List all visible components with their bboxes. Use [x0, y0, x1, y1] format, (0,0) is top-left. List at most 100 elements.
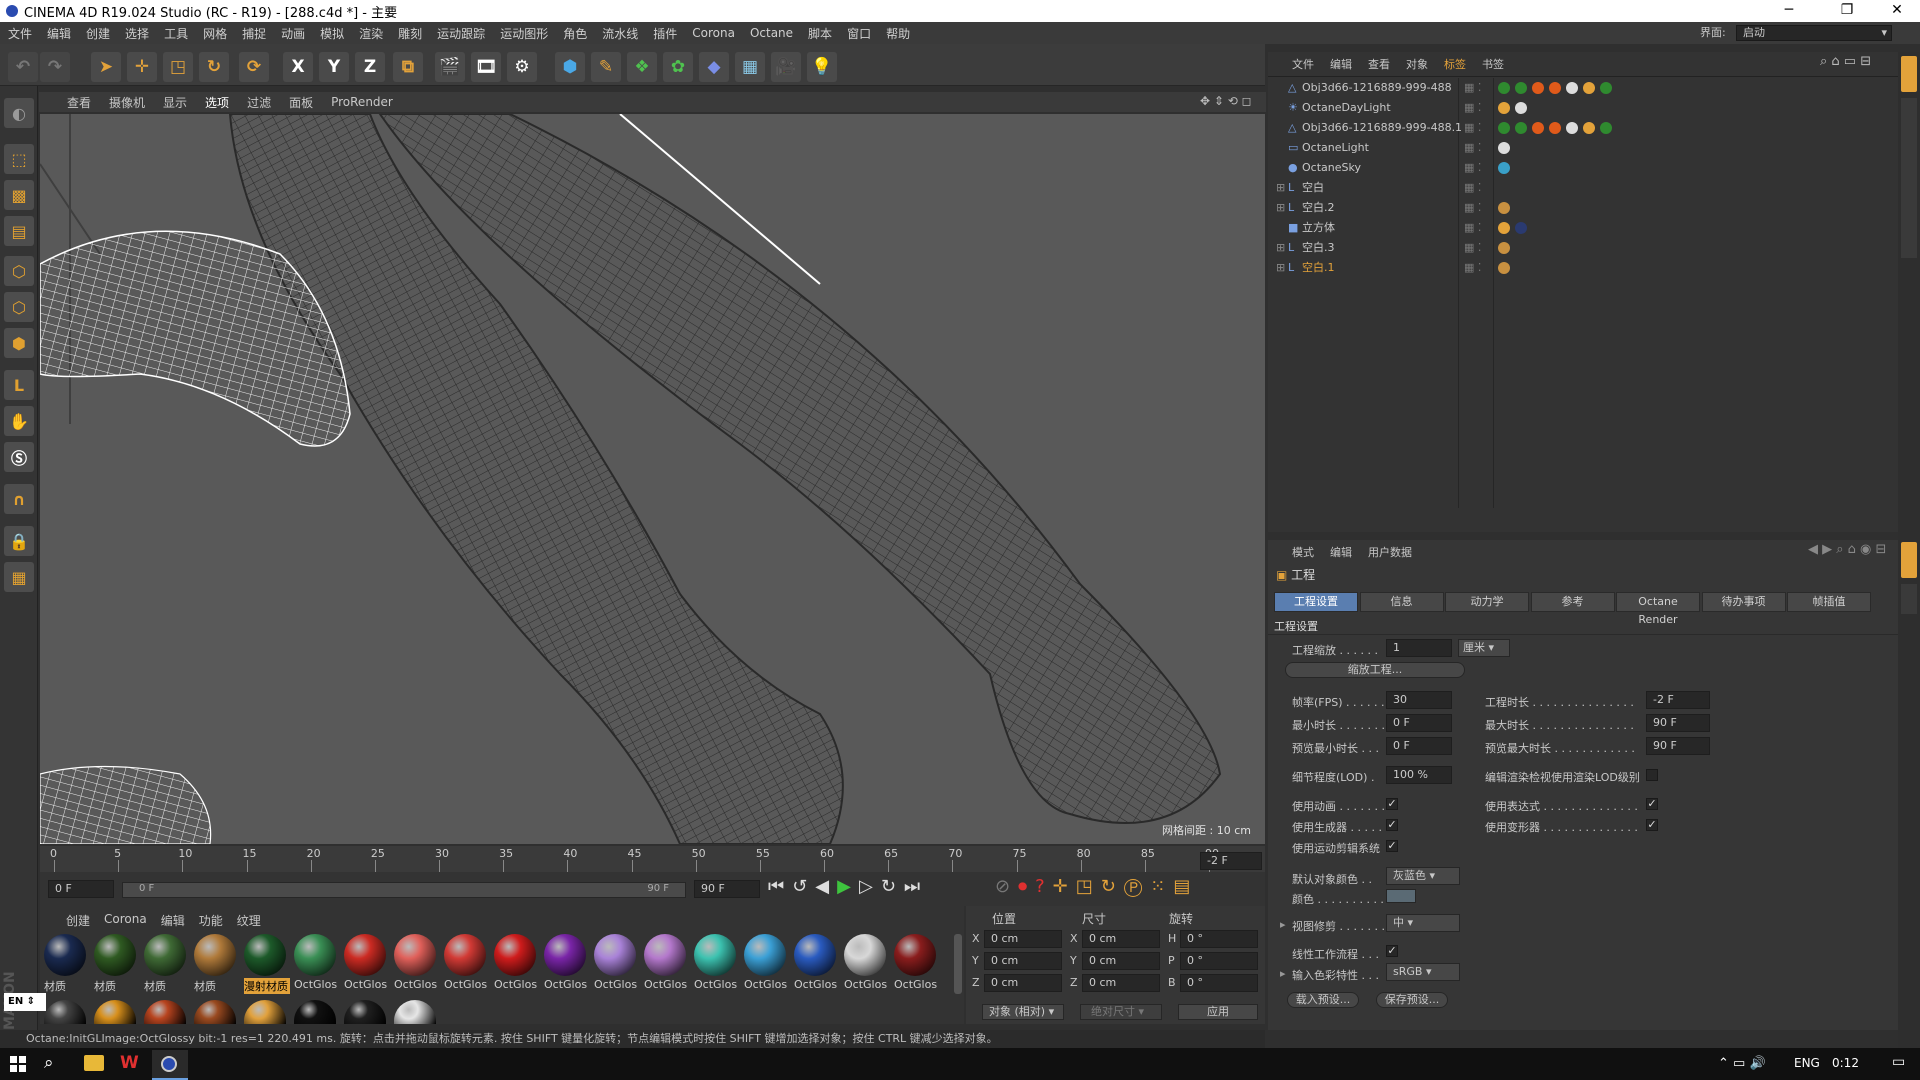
material-ball[interactable]: [694, 934, 736, 976]
material-ball[interactable]: [344, 934, 386, 976]
material-tag-icon[interactable]: [1532, 122, 1544, 134]
menu-item[interactable]: 工具: [164, 25, 188, 42]
viewport-menu-item[interactable]: 选项: [205, 94, 229, 111]
use-generators-checkbox[interactable]: ✓: [1386, 819, 1398, 831]
attribute-menu-item[interactable]: 编辑: [1330, 544, 1352, 560]
material-tag-icon[interactable]: [1566, 82, 1578, 94]
object-name[interactable]: 空白.2: [1302, 198, 1335, 218]
file-explorer-icon[interactable]: [84, 1055, 104, 1071]
move-tool-button[interactable]: ✛: [127, 52, 157, 82]
use-deformers-checkbox[interactable]: ✓: [1646, 819, 1658, 831]
object-row[interactable]: ☀ OctaneDayLight ▦ ⁚: [1268, 98, 1898, 118]
linear-workflow-checkbox[interactable]: ✓: [1386, 945, 1398, 957]
goto-start-icon[interactable]: ⏮: [768, 876, 792, 897]
material-ball[interactable]: [194, 934, 236, 976]
scale-tool-button[interactable]: ◳: [163, 52, 193, 82]
redo-button[interactable]: ↷: [40, 52, 70, 82]
material-tag-icon[interactable]: [1566, 122, 1578, 134]
object-row[interactable]: △ Obj3d66-1216889-999-488 ▦ ⁚: [1268, 78, 1898, 98]
object-row[interactable]: ⊞ L 空白.2 ▦ ⁚: [1268, 198, 1898, 218]
snap-button[interactable]: Ⓢ: [4, 442, 34, 472]
viewport-nav-icons[interactable]: ✥ ⇕ ⟲ ◻: [1200, 94, 1252, 108]
size-field[interactable]: 0 cm: [1082, 930, 1160, 948]
material-ball[interactable]: [494, 934, 536, 976]
object-menu-item[interactable]: 书签: [1482, 56, 1504, 72]
attribute-menu-item[interactable]: 用户数据: [1368, 544, 1412, 560]
material-ball[interactable]: [844, 934, 886, 976]
attributes-side-tab[interactable]: [1901, 542, 1917, 578]
current-frame-field[interactable]: -2 F: [1200, 852, 1262, 870]
object-row[interactable]: ⊞ L 空白 ▦ ⁚: [1268, 178, 1898, 198]
polygons-mode-button[interactable]: ⬢: [4, 328, 34, 358]
viewport-menu-item[interactable]: 查看: [67, 94, 91, 111]
expand-icon[interactable]: ⊞: [1276, 178, 1285, 198]
menu-item[interactable]: 帮助: [886, 25, 910, 42]
workplane-mode-button[interactable]: ▤: [4, 216, 34, 246]
attribute-tab[interactable]: Octane Render: [1616, 592, 1700, 626]
system-tray-icons[interactable]: ⌃ ▭ 🔊: [1718, 1056, 1766, 1071]
objects-side-tab[interactable]: [1901, 56, 1917, 92]
material-ball[interactable]: [144, 934, 186, 976]
menu-item[interactable]: 网格: [203, 25, 227, 42]
menu-item[interactable]: 运动跟踪: [437, 25, 485, 42]
material-tag-icon[interactable]: [1515, 82, 1527, 94]
object-menu-item[interactable]: 查看: [1368, 56, 1390, 72]
visibility-dots-icon[interactable]: ▦ ⁚: [1464, 198, 1481, 218]
visibility-dots-icon[interactable]: ▦ ⁚: [1464, 118, 1481, 138]
object-menu-item[interactable]: 对象: [1406, 56, 1428, 72]
3d-viewport[interactable]: 网格间距 : 10 cm: [40, 114, 1265, 844]
lod-render-checkbox[interactable]: [1646, 769, 1658, 781]
cube-button[interactable]: ⬢: [555, 52, 585, 82]
clock[interactable]: 0:12: [1832, 1056, 1859, 1070]
object-row[interactable]: ● OctaneSky ▦ ⁚: [1268, 158, 1898, 178]
object-name[interactable]: 空白: [1302, 178, 1324, 198]
expand-arrow-icon[interactable]: ▸: [1280, 918, 1286, 931]
cinema4d-taskbar-button[interactable]: [152, 1050, 188, 1080]
close-button[interactable]: ✕: [1874, 0, 1920, 22]
record-icon[interactable]: ⏺: [1018, 876, 1035, 897]
ime-language-box[interactable]: EN ⇕: [4, 993, 46, 1011]
camera-button[interactable]: 🎥: [771, 52, 801, 82]
material-tag-icon[interactable]: [1515, 102, 1527, 114]
object-name[interactable]: 立方体: [1302, 218, 1335, 238]
material-scrollbar[interactable]: [954, 934, 962, 994]
next-frame-icon[interactable]: ▷: [859, 876, 881, 897]
position-field[interactable]: 0 cm: [984, 974, 1062, 992]
preview-max-field[interactable]: 90 F: [1646, 737, 1710, 755]
coord-mode-select[interactable]: 对象 (相对) ▾: [982, 1004, 1064, 1020]
max-time-field[interactable]: 90 F: [1646, 714, 1710, 732]
key-icon[interactable]: ⊘: [995, 876, 1018, 897]
x-axis-button[interactable]: X: [283, 52, 313, 82]
menu-item[interactable]: 脚本: [808, 25, 832, 42]
menu-item[interactable]: 编辑: [47, 25, 71, 42]
prev-frame-icon[interactable]: ◀: [815, 876, 837, 897]
object-row[interactable]: △ Obj3d66-1216889-999-488.1 ▦ ⁚: [1268, 118, 1898, 138]
material-ball[interactable]: [894, 934, 936, 976]
select-tool-button[interactable]: ➤: [91, 52, 121, 82]
material-menu-item[interactable]: 编辑: [161, 912, 185, 929]
size-field[interactable]: 0 cm: [1082, 974, 1160, 992]
recent-tool-button[interactable]: ⟳: [239, 52, 269, 82]
default-color-select[interactable]: 灰蓝色 ▾: [1386, 867, 1460, 885]
material-tag-icon[interactable]: [1498, 122, 1510, 134]
object-name[interactable]: Obj3d66-1216889-999-488: [1302, 78, 1452, 98]
material-ball[interactable]: [94, 934, 136, 976]
position-field[interactable]: 0 cm: [984, 952, 1062, 970]
material-ball[interactable]: [394, 934, 436, 976]
size-field[interactable]: 0 cm: [1082, 952, 1160, 970]
menu-item[interactable]: 流水线: [602, 25, 638, 42]
deformer-button[interactable]: ◆: [699, 52, 729, 82]
material-ball[interactable]: [194, 1000, 236, 1024]
object-name[interactable]: Obj3d66-1216889-999-488.1: [1302, 118, 1462, 138]
frame-range-slider[interactable]: 0 F 90 F: [122, 882, 686, 898]
material-tag-icon[interactable]: [1600, 122, 1612, 134]
attribute-tab[interactable]: 帧插值: [1787, 592, 1871, 612]
render-view-button[interactable]: 🎬: [435, 52, 465, 82]
input-language[interactable]: ENG: [1794, 1056, 1820, 1070]
load-preset-button[interactable]: 载入预设...: [1287, 992, 1359, 1008]
tweak-mode-button[interactable]: ✋: [4, 406, 34, 436]
layout-select[interactable]: 启动 ▾: [1736, 25, 1892, 41]
material-ball[interactable]: [44, 934, 86, 976]
fps-field[interactable]: 30: [1386, 691, 1452, 709]
menu-item[interactable]: 选择: [125, 25, 149, 42]
